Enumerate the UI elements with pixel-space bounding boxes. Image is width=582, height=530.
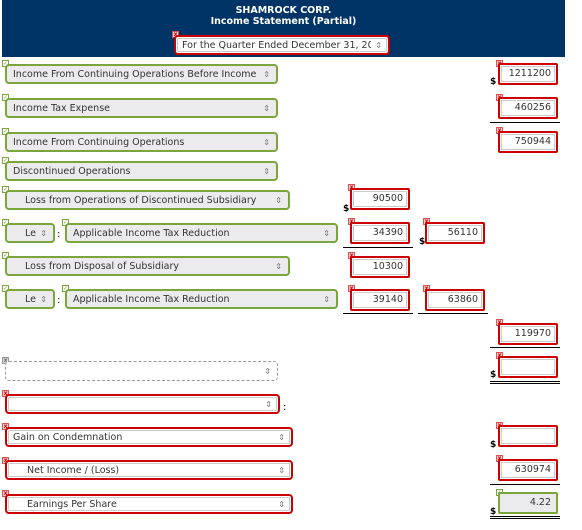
row8-net-input[interactable]: 63860 [425,289,485,311]
statement-title: Income Statement (Partial) [210,16,357,27]
select-arrow-icon: ⇕ [263,166,270,176]
select-arrow-icon: ⇕ [278,499,285,509]
row12-amount-input[interactable] [498,425,558,447]
row6-prefix-select[interactable]: Less ⇕ [5,223,55,243]
dollar-sign: $ [343,204,350,214]
row8-prefix-select[interactable]: Less ⇕ [5,289,55,309]
select-arrow-icon: ⇕ [278,432,285,442]
select-arrow-icon: ⇕ [323,228,330,238]
row4-select[interactable]: Discontinued Operations ⇕ [5,161,278,181]
double-underline [490,381,560,384]
row10-amount-input[interactable] [498,356,558,378]
dollar-sign: $ [490,77,497,87]
row13-amount-input[interactable]: 630974 [498,459,558,481]
row6-select[interactable]: Applicable Income Tax Reduction ⇕ [65,223,338,243]
row14-label: Earnings Per Share [27,498,117,510]
row5-select[interactable]: Loss from Operations of Discontinued Sub… [5,190,290,210]
select-arrow-icon: ⇕ [264,366,271,376]
select-arrow-icon: ⇕ [263,137,270,147]
row4-label: Discontinued Operations [13,165,131,177]
underline [490,484,560,485]
row12-select[interactable]: Gain on Condemnation ⇕ [5,427,293,447]
select-arrow-icon: ⇕ [275,195,282,205]
company-name: SHAMROCK CORP. [235,5,332,16]
dollar-sign: $ [490,370,497,380]
underline [490,347,560,348]
row5-label: Loss from Operations of Discontinued Sub… [25,194,257,206]
row8-prefix-label: Less [25,293,36,305]
select-arrow-icon: ⇕ [40,294,47,304]
row3-label: Income From Continuing Operations [13,136,185,148]
row10-select[interactable]: ⇕ [5,361,278,381]
dollar-sign: $ [490,440,497,450]
row12-label: Gain on Condemnation [13,431,123,443]
row6-prefix-label: Less [25,227,36,239]
select-arrow-icon: ⇕ [275,261,282,271]
select-arrow-icon: ⇕ [278,465,285,475]
colon: : [57,229,61,240]
row8-select[interactable]: Applicable Income Tax Reduction ⇕ [65,289,338,309]
row3-amount-input[interactable]: 750944 [498,131,558,153]
select-arrow-icon: ⇕ [263,103,270,113]
underline [418,313,488,314]
row11-select[interactable]: ⇕ [5,394,280,414]
row1-label: Income From Continuing Operations Before… [13,68,260,80]
double-underline [490,516,560,519]
row2-select[interactable]: Income Tax Expense ⇕ [5,98,278,118]
row8-label: Applicable Income Tax Reduction [73,293,230,305]
row14-amount-input[interactable]: 4.22 [498,492,558,514]
select-arrow-icon: ⇕ [265,399,272,409]
colon: : [283,402,287,413]
row14-select[interactable]: Earnings Per Share ⇕ [5,494,293,514]
row6-net-input[interactable]: 56110 [425,222,485,244]
select-arrow-icon: ⇕ [263,69,270,79]
row6-amount-input[interactable]: 34390 [350,222,410,244]
row2-amount-input[interactable]: 460256 [498,97,558,119]
select-arrow-icon: ⇕ [323,294,330,304]
underline [343,247,413,248]
row2-label: Income Tax Expense [13,102,110,114]
row9-amount-input[interactable]: 119970 [498,323,558,345]
row8-amount-input[interactable]: 39140 [350,289,410,311]
underline [343,313,413,314]
row1-select[interactable]: Income From Continuing Operations Before… [5,64,278,84]
row7-label: Loss from Disposal of Subsidiary [25,260,180,272]
row13-select[interactable]: Net Income / (Loss) ⇕ [5,460,293,480]
row13-label: Net Income / (Loss) [27,464,120,476]
row3-select[interactable]: Income From Continuing Operations ⇕ [5,132,278,152]
row5-amount-input[interactable]: 90500 [350,188,410,210]
underline [490,122,560,123]
row7-amount-input[interactable]: 10300 [350,256,410,278]
select-arrow-icon: ⇕ [40,228,47,238]
row1-amount-input[interactable]: 1211200 [498,63,558,85]
row7-select[interactable]: Loss from Disposal of Subsidiary ⇕ [5,256,290,276]
period-select[interactable]: For the Quarter Ended December 31, 2017 … [174,35,390,55]
row6-label: Applicable Income Tax Reduction [73,227,230,239]
select-arrow-icon: ⇕ [375,40,382,50]
period-label: For the Quarter Ended December 31, 2017 [182,39,372,51]
colon: : [57,295,61,306]
